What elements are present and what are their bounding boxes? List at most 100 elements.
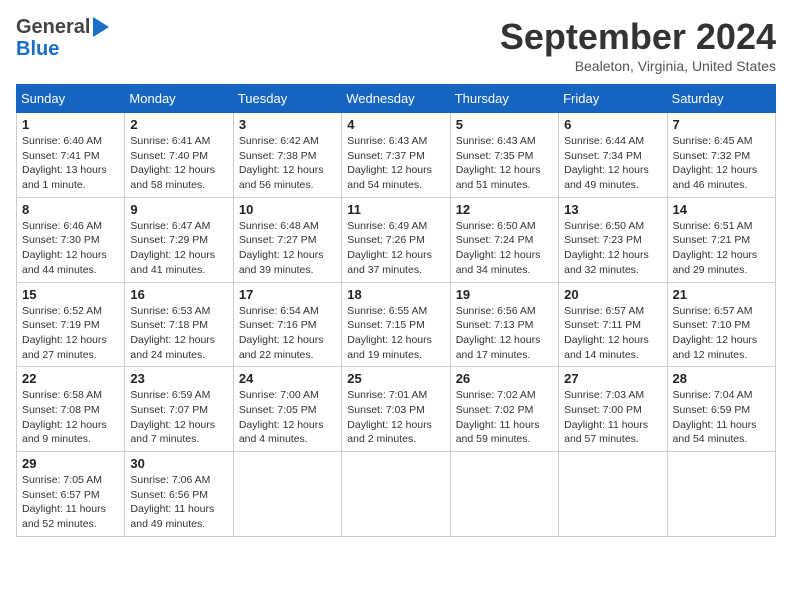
day-info: Sunrise: 6:44 AM Sunset: 7:34 PM Dayligh… <box>564 134 661 193</box>
title-area: September 2024 Bealeton, Virginia, Unite… <box>500 16 776 74</box>
day-number: 11 <box>347 202 444 217</box>
day-number: 6 <box>564 117 661 132</box>
calendar-cell: 17 Sunrise: 6:54 AM Sunset: 7:16 PM Dayli… <box>233 282 341 367</box>
day-info: Sunrise: 6:50 AM Sunset: 7:24 PM Dayligh… <box>456 219 553 278</box>
calendar-cell: 24 Sunrise: 7:00 AM Sunset: 7:05 PM Dayli… <box>233 367 341 452</box>
day-number: 23 <box>130 371 227 386</box>
day-info: Sunrise: 6:46 AM Sunset: 7:30 PM Dayligh… <box>22 219 119 278</box>
calendar-cell: 12 Sunrise: 6:50 AM Sunset: 7:24 PM Dayli… <box>450 197 558 282</box>
calendar-cell: 26 Sunrise: 7:02 AM Sunset: 7:02 PM Dayli… <box>450 367 558 452</box>
calendar-table: SundayMondayTuesdayWednesdayThursdayFrid… <box>16 84 776 537</box>
calendar-cell <box>450 452 558 537</box>
logo-blue: Blue <box>16 38 59 60</box>
calendar-cell: 2Sunrise: 6:41 AM Sunset: 7:40 PM Daylig… <box>125 113 233 198</box>
day-info: Sunrise: 7:02 AM Sunset: 7:02 PM Dayligh… <box>456 388 553 447</box>
day-info: Sunrise: 6:43 AM Sunset: 7:35 PM Dayligh… <box>456 134 553 193</box>
day-info: Sunrise: 6:47 AM Sunset: 7:29 PM Dayligh… <box>130 219 227 278</box>
month-title: September 2024 <box>500 16 776 58</box>
day-number: 16 <box>130 287 227 302</box>
weekday-header-wednesday: Wednesday <box>342 85 450 113</box>
day-number: 5 <box>456 117 553 132</box>
day-info: Sunrise: 6:57 AM Sunset: 7:11 PM Dayligh… <box>564 304 661 363</box>
day-number: 15 <box>22 287 119 302</box>
day-info: Sunrise: 6:40 AM Sunset: 7:41 PM Dayligh… <box>22 134 119 193</box>
day-number: 9 <box>130 202 227 217</box>
calendar-cell: 11 Sunrise: 6:49 AM Sunset: 7:26 PM Dayli… <box>342 197 450 282</box>
calendar-cell: 21 Sunrise: 6:57 AM Sunset: 7:10 PM Dayli… <box>667 282 775 367</box>
day-info: Sunrise: 6:56 AM Sunset: 7:13 PM Dayligh… <box>456 304 553 363</box>
calendar-cell: 14 Sunrise: 6:51 AM Sunset: 7:21 PM Dayli… <box>667 197 775 282</box>
calendar-cell: 3 Sunrise: 6:42 AM Sunset: 7:38 PM Daylig… <box>233 113 341 198</box>
day-info: Sunrise: 7:04 AM Sunset: 6:59 PM Dayligh… <box>673 388 770 447</box>
day-info: Sunrise: 7:01 AM Sunset: 7:03 PM Dayligh… <box>347 388 444 447</box>
day-number: 27 <box>564 371 661 386</box>
day-info: Sunrise: 6:43 AM Sunset: 7:37 PM Dayligh… <box>347 134 444 193</box>
location: Bealeton, Virginia, United States <box>500 58 776 74</box>
day-number: 12 <box>456 202 553 217</box>
logo-triangle-icon <box>93 17 109 37</box>
calendar-cell: 19 Sunrise: 6:56 AM Sunset: 7:13 PM Dayli… <box>450 282 558 367</box>
day-info: Sunrise: 6:51 AM Sunset: 7:21 PM Dayligh… <box>673 219 770 278</box>
day-info: Sunrise: 6:48 AM Sunset: 7:27 PM Dayligh… <box>239 219 336 278</box>
day-number: 25 <box>347 371 444 386</box>
calendar-cell: 29 Sunrise: 7:05 AM Sunset: 6:57 PM Dayli… <box>17 452 125 537</box>
day-info: Sunrise: 6:42 AM Sunset: 7:38 PM Dayligh… <box>239 134 336 193</box>
calendar-cell <box>667 452 775 537</box>
page-header: General Blue September 2024 Bealeton, Vi… <box>16 16 776 74</box>
day-info: Sunrise: 7:03 AM Sunset: 7:00 PM Dayligh… <box>564 388 661 447</box>
day-info: Sunrise: 6:55 AM Sunset: 7:15 PM Dayligh… <box>347 304 444 363</box>
day-info: Sunrise: 7:05 AM Sunset: 6:57 PM Dayligh… <box>22 473 119 532</box>
calendar-cell: 7Sunrise: 6:45 AM Sunset: 7:32 PM Daylig… <box>667 113 775 198</box>
day-number: 24 <box>239 371 336 386</box>
day-number: 22 <box>22 371 119 386</box>
calendar-week-row: 22 Sunrise: 6:58 AM Sunset: 7:08 PM Dayli… <box>17 367 776 452</box>
day-number: 29 <box>22 456 119 471</box>
day-number: 19 <box>456 287 553 302</box>
day-number: 3 <box>239 117 336 132</box>
calendar-cell: 16 Sunrise: 6:53 AM Sunset: 7:18 PM Dayli… <box>125 282 233 367</box>
calendar-cell: 15 Sunrise: 6:52 AM Sunset: 7:19 PM Dayli… <box>17 282 125 367</box>
weekday-header-friday: Friday <box>559 85 667 113</box>
calendar-cell: 25 Sunrise: 7:01 AM Sunset: 7:03 PM Dayli… <box>342 367 450 452</box>
calendar-week-row: 1Sunrise: 6:40 AM Sunset: 7:41 PM Daylig… <box>17 113 776 198</box>
day-info: Sunrise: 6:50 AM Sunset: 7:23 PM Dayligh… <box>564 219 661 278</box>
calendar-cell: 20 Sunrise: 6:57 AM Sunset: 7:11 PM Dayli… <box>559 282 667 367</box>
day-number: 17 <box>239 287 336 302</box>
calendar-cell: 28 Sunrise: 7:04 AM Sunset: 6:59 PM Dayli… <box>667 367 775 452</box>
weekday-header-saturday: Saturday <box>667 85 775 113</box>
calendar-cell: 13Sunrise: 6:50 AM Sunset: 7:23 PM Dayli… <box>559 197 667 282</box>
calendar-cell <box>342 452 450 537</box>
day-info: Sunrise: 6:52 AM Sunset: 7:19 PM Dayligh… <box>22 304 119 363</box>
weekday-header-sunday: Sunday <box>17 85 125 113</box>
day-info: Sunrise: 6:58 AM Sunset: 7:08 PM Dayligh… <box>22 388 119 447</box>
day-info: Sunrise: 6:49 AM Sunset: 7:26 PM Dayligh… <box>347 219 444 278</box>
day-info: Sunrise: 7:00 AM Sunset: 7:05 PM Dayligh… <box>239 388 336 447</box>
day-info: Sunrise: 6:57 AM Sunset: 7:10 PM Dayligh… <box>673 304 770 363</box>
weekday-header-row: SundayMondayTuesdayWednesdayThursdayFrid… <box>17 85 776 113</box>
weekday-header-thursday: Thursday <box>450 85 558 113</box>
day-number: 21 <box>673 287 770 302</box>
calendar-cell: 30 Sunrise: 7:06 AM Sunset: 6:56 PM Dayli… <box>125 452 233 537</box>
calendar-cell: 8 Sunrise: 6:46 AM Sunset: 7:30 PM Daylig… <box>17 197 125 282</box>
day-number: 14 <box>673 202 770 217</box>
calendar-cell: 6 Sunrise: 6:44 AM Sunset: 7:34 PM Daylig… <box>559 113 667 198</box>
day-info: Sunrise: 7:06 AM Sunset: 6:56 PM Dayligh… <box>130 473 227 532</box>
day-info: Sunrise: 6:59 AM Sunset: 7:07 PM Dayligh… <box>130 388 227 447</box>
day-number: 2 <box>130 117 227 132</box>
day-number: 20 <box>564 287 661 302</box>
calendar-cell: 9 Sunrise: 6:47 AM Sunset: 7:29 PM Daylig… <box>125 197 233 282</box>
day-number: 8 <box>22 202 119 217</box>
day-number: 26 <box>456 371 553 386</box>
weekday-header-tuesday: Tuesday <box>233 85 341 113</box>
calendar-cell: 18 Sunrise: 6:55 AM Sunset: 7:15 PM Dayli… <box>342 282 450 367</box>
calendar-cell: 5 Sunrise: 6:43 AM Sunset: 7:35 PM Daylig… <box>450 113 558 198</box>
day-number: 18 <box>347 287 444 302</box>
calendar-cell: 22 Sunrise: 6:58 AM Sunset: 7:08 PM Dayli… <box>17 367 125 452</box>
day-number: 30 <box>130 456 227 471</box>
calendar-week-row: 29 Sunrise: 7:05 AM Sunset: 6:57 PM Dayli… <box>17 452 776 537</box>
logo-general: General <box>16 16 90 38</box>
weekday-header-monday: Monday <box>125 85 233 113</box>
day-number: 28 <box>673 371 770 386</box>
day-info: Sunrise: 6:53 AM Sunset: 7:18 PM Dayligh… <box>130 304 227 363</box>
day-info: Sunrise: 6:54 AM Sunset: 7:16 PM Dayligh… <box>239 304 336 363</box>
